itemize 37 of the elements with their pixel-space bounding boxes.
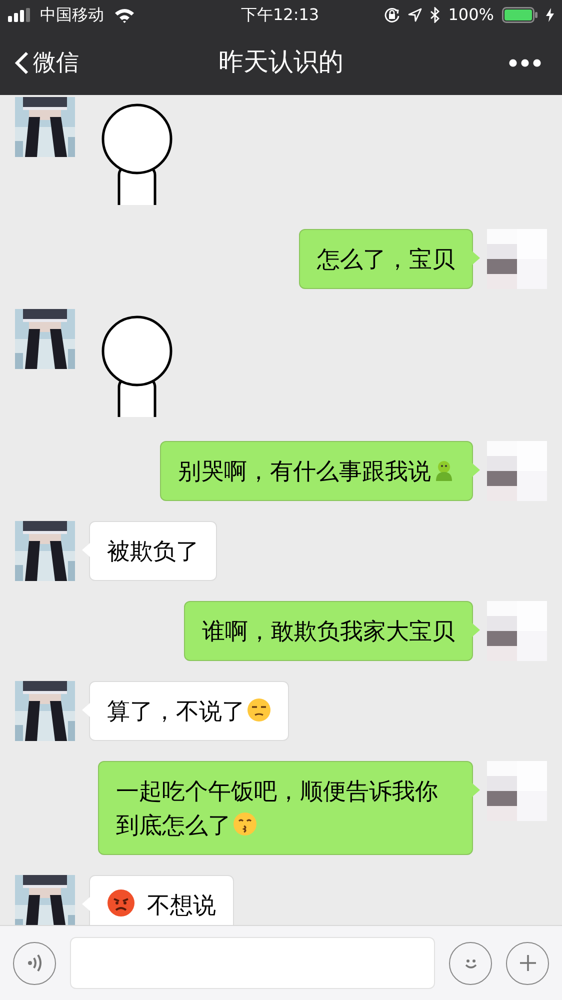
- chat-title: 昨天认识的: [218, 46, 344, 78]
- bubble-tail: [82, 703, 90, 717]
- message-bubble[interactable]: 谁啊，敢欺负我家大宝贝: [184, 601, 473, 661]
- message-input-field[interactable]: [70, 937, 435, 989]
- location-arrow-icon: [408, 8, 422, 22]
- message-bubble[interactable]: 算了，不说了: [89, 681, 289, 741]
- angry-emoji-icon: [107, 889, 135, 917]
- plus-button[interactable]: [506, 942, 549, 984]
- back-link[interactable]: 微信: [15, 45, 79, 80]
- message-bubble[interactable]: 别哭啊，有什么事跟我说: [160, 441, 473, 501]
- plus-icon: [518, 953, 538, 973]
- battery-icon: [502, 7, 538, 23]
- kiss-emoji-icon: [233, 812, 257, 836]
- bubble-tail: [472, 623, 480, 637]
- bubble-tail: [82, 543, 90, 557]
- wifi-icon: [114, 8, 135, 22]
- battery-percent: 100%: [448, 4, 494, 26]
- bluetooth-icon: [430, 7, 440, 23]
- voice-button[interactable]: [13, 942, 56, 984]
- voice-icon: [26, 953, 44, 973]
- status-time: 下午12:13: [241, 4, 320, 26]
- message-bubble[interactable]: 不想说: [89, 875, 234, 925]
- rotation-lock-icon: [384, 7, 400, 23]
- unamused-emoji-icon: [247, 698, 271, 722]
- emoji-button[interactable]: [449, 942, 492, 984]
- message-bubble[interactable]: 一起吃个午饭吧，顺便告诉我你到底怎么了: [98, 761, 473, 855]
- charging-icon: [546, 8, 554, 22]
- back-chevron-icon: [15, 50, 29, 74]
- message-bubble[interactable]: 被欺负了: [89, 521, 217, 581]
- bubble-tail: [472, 783, 480, 797]
- bubble-tail: [472, 463, 480, 477]
- carrier-name: 中国移动: [40, 4, 104, 26]
- message-bubble[interactable]: 怎么了，宝贝: [299, 229, 473, 289]
- bubble-tail: [82, 897, 90, 911]
- doll-figure-icon: [433, 460, 455, 482]
- bubble-tail: [472, 251, 480, 265]
- more-icon[interactable]: [509, 58, 541, 66]
